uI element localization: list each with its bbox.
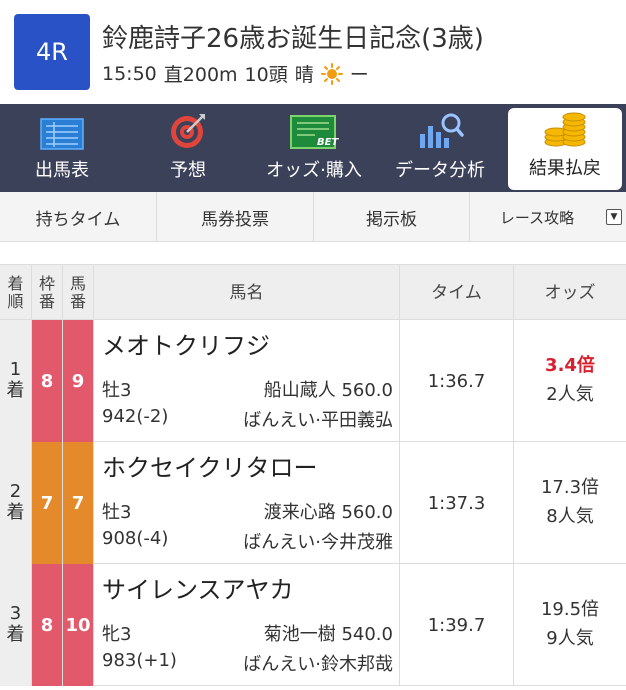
odds-cell: 19.5倍 9人気 <box>514 564 626 686</box>
horse-weight: 908(-4) <box>102 528 169 549</box>
race-weather: 晴 <box>294 64 314 86</box>
horse-number: 10 <box>63 564 94 686</box>
race-time-value: 1:37.3 <box>400 442 514 564</box>
target-icon <box>169 112 207 150</box>
horse-number: 7 <box>63 442 94 564</box>
horse-sex-age: 牝3 <box>102 624 132 645</box>
table-header: 着 順 枠 番 馬 番 馬名 タイム オッズ <box>0 264 626 321</box>
popularity: 8人気 <box>546 506 594 527</box>
sun-icon <box>320 62 343 85</box>
dropdown-caret-icon[interactable]: ▼ <box>606 209 622 225</box>
nav-label-prediction: 予想 <box>170 160 206 181</box>
jockey-weight[interactable]: 渡来心路 560.0 <box>264 498 393 524</box>
subnav-holding-time[interactable]: 持ちタイム <box>0 192 157 242</box>
header-time: タイム <box>400 265 514 321</box>
race-time-value: 1:36.7 <box>400 320 514 442</box>
nav-prediction[interactable]: 予想 <box>132 104 244 192</box>
header-waku-line2: 番 <box>38 292 55 311</box>
odds-value: 3.4倍 <box>545 355 595 377</box>
race-title: 鈴鹿詩子26歳お誕生日記念(3歳) <box>102 24 484 54</box>
rank-suffix: 着 <box>6 624 25 645</box>
nav-results-payout[interactable]: 結果払戻 <box>508 108 622 190</box>
race-header: 4R 鈴鹿詩子26歳お誕生日記念(3歳) 15:50 直200m 10頭 晴 ー <box>0 0 626 104</box>
bet-ticket-icon: BET <box>289 112 339 150</box>
main-nav: 出馬表 予想 BET オッズ·購入 データ分析 結果払戻 <box>0 104 626 192</box>
popularity: 2人気 <box>546 384 594 405</box>
entry-table-icon <box>40 112 84 150</box>
odds-value: 19.5倍 <box>540 599 600 621</box>
header-umaban-line1: 馬 <box>69 274 86 294</box>
results-table: 着 順 枠 番 馬 番 馬名 タイム オッズ 1 着 8 9 メオトクリフジ 牡… <box>0 264 626 686</box>
race-number-badge: 4R <box>14 14 90 90</box>
waku-number: 8 <box>32 564 63 686</box>
coins-icon <box>543 110 587 148</box>
rank-cell: 1 着 <box>0 320 32 442</box>
nav-data-analysis[interactable]: データ分析 <box>384 104 496 192</box>
race-field-size: 10頭 <box>244 64 288 86</box>
header-rank: 着 順 <box>0 265 32 321</box>
header-umaban-line2: 番 <box>69 292 86 311</box>
header-waku-line1: 枠 <box>38 274 55 294</box>
trainer[interactable]: ばんえい·鈴木邦哉 <box>243 650 393 676</box>
table-row[interactable]: 1 着 8 9 メオトクリフジ 牡3 船山蔵人 560.0 942(-2) ばん… <box>0 320 626 442</box>
horse-sex-age: 牡3 <box>102 502 132 523</box>
header-rank-line2: 順 <box>7 292 24 311</box>
race-track-condition: ー <box>349 64 369 86</box>
horse-weight: 983(+1) <box>102 650 177 671</box>
nav-label-entry-table: 出馬表 <box>35 160 89 181</box>
odds-value: 17.3倍 <box>540 477 600 499</box>
bar-chart-magnifier-icon <box>416 112 464 150</box>
rank-suffix: 着 <box>6 502 25 523</box>
header-horse-name: 馬名 <box>94 265 400 321</box>
horse-weight: 942(-2) <box>102 406 169 427</box>
header-odds: オッズ <box>544 282 596 303</box>
horse-name-link[interactable]: メオトクリフジ <box>102 326 270 361</box>
svg-text:BET: BET <box>317 137 339 148</box>
rank-number: 1 <box>9 359 22 381</box>
horse-name-link[interactable]: ホクセイクリタロー <box>102 448 318 483</box>
race-time: 15:50 <box>102 62 157 85</box>
rank-cell: 2 着 <box>0 442 32 564</box>
rank-number: 3 <box>9 603 22 625</box>
subnav-race-strategy-label: レース攻略 <box>499 208 575 227</box>
race-time-value: 1:39.7 <box>400 564 514 686</box>
trainer[interactable]: ばんえい·平田義弘 <box>243 406 393 432</box>
odds-cell: 17.3倍 8人気 <box>514 442 626 564</box>
subnav-betting[interactable]: 馬券投票 <box>157 192 314 242</box>
horse-sex-age: 牡3 <box>102 380 132 401</box>
table-row[interactable]: 2 着 7 7 ホクセイクリタロー 牡3 渡来心路 560.0 908(-4) … <box>0 442 626 564</box>
nav-entry-table[interactable]: 出馬表 <box>6 104 118 192</box>
header-rank-line1: 着 <box>7 274 24 294</box>
rank-cell: 3 着 <box>0 564 32 686</box>
nav-label-results-payout: 結果払戻 <box>529 158 601 179</box>
nav-label-odds-purchase: オッズ·購入 <box>266 160 362 181</box>
odds-cell: 3.4倍 2人気 <box>514 320 626 442</box>
subnav-race-strategy[interactable]: レース攻略 ▼ <box>470 192 626 242</box>
horse-name-link[interactable]: サイレンスアヤカ <box>102 570 294 605</box>
nav-label-data-analysis: データ分析 <box>395 160 485 181</box>
horse-number: 9 <box>63 320 94 442</box>
popularity: 9人気 <box>546 628 594 649</box>
horse-info: ホクセイクリタロー 牡3 渡来心路 560.0 908(-4) ばんえい·今井茂… <box>94 442 400 564</box>
race-meta: 15:50 直200m 10頭 晴 ー <box>102 60 369 87</box>
horse-info: メオトクリフジ 牡3 船山蔵人 560.0 942(-2) ばんえい·平田義弘 <box>94 320 400 442</box>
jockey-weight[interactable]: 船山蔵人 560.0 <box>264 376 393 402</box>
header-umaban: 馬 番 <box>63 265 94 321</box>
subnav-bulletin-board[interactable]: 掲示板 <box>314 192 470 242</box>
rank-number: 2 <box>9 481 22 503</box>
rank-suffix: 着 <box>6 380 25 401</box>
sub-nav: 持ちタイム 馬券投票 掲示板 レース攻略 ▼ <box>0 192 626 242</box>
nav-odds-purchase[interactable]: BET オッズ·購入 <box>256 104 372 192</box>
waku-number: 7 <box>32 442 63 564</box>
jockey-weight[interactable]: 菊池一樹 540.0 <box>264 620 393 646</box>
trainer[interactable]: ばんえい·今井茂雅 <box>243 528 393 554</box>
spacer <box>0 242 626 264</box>
waku-number: 8 <box>32 320 63 442</box>
horse-info: サイレンスアヤカ 牝3 菊池一樹 540.0 983(+1) ばんえい·鈴木邦哉 <box>94 564 400 686</box>
header-waku: 枠 番 <box>32 265 63 321</box>
table-row[interactable]: 3 着 8 10 サイレンスアヤカ 牝3 菊池一樹 540.0 983(+1) … <box>0 564 626 686</box>
race-course: 直200m <box>163 64 238 86</box>
